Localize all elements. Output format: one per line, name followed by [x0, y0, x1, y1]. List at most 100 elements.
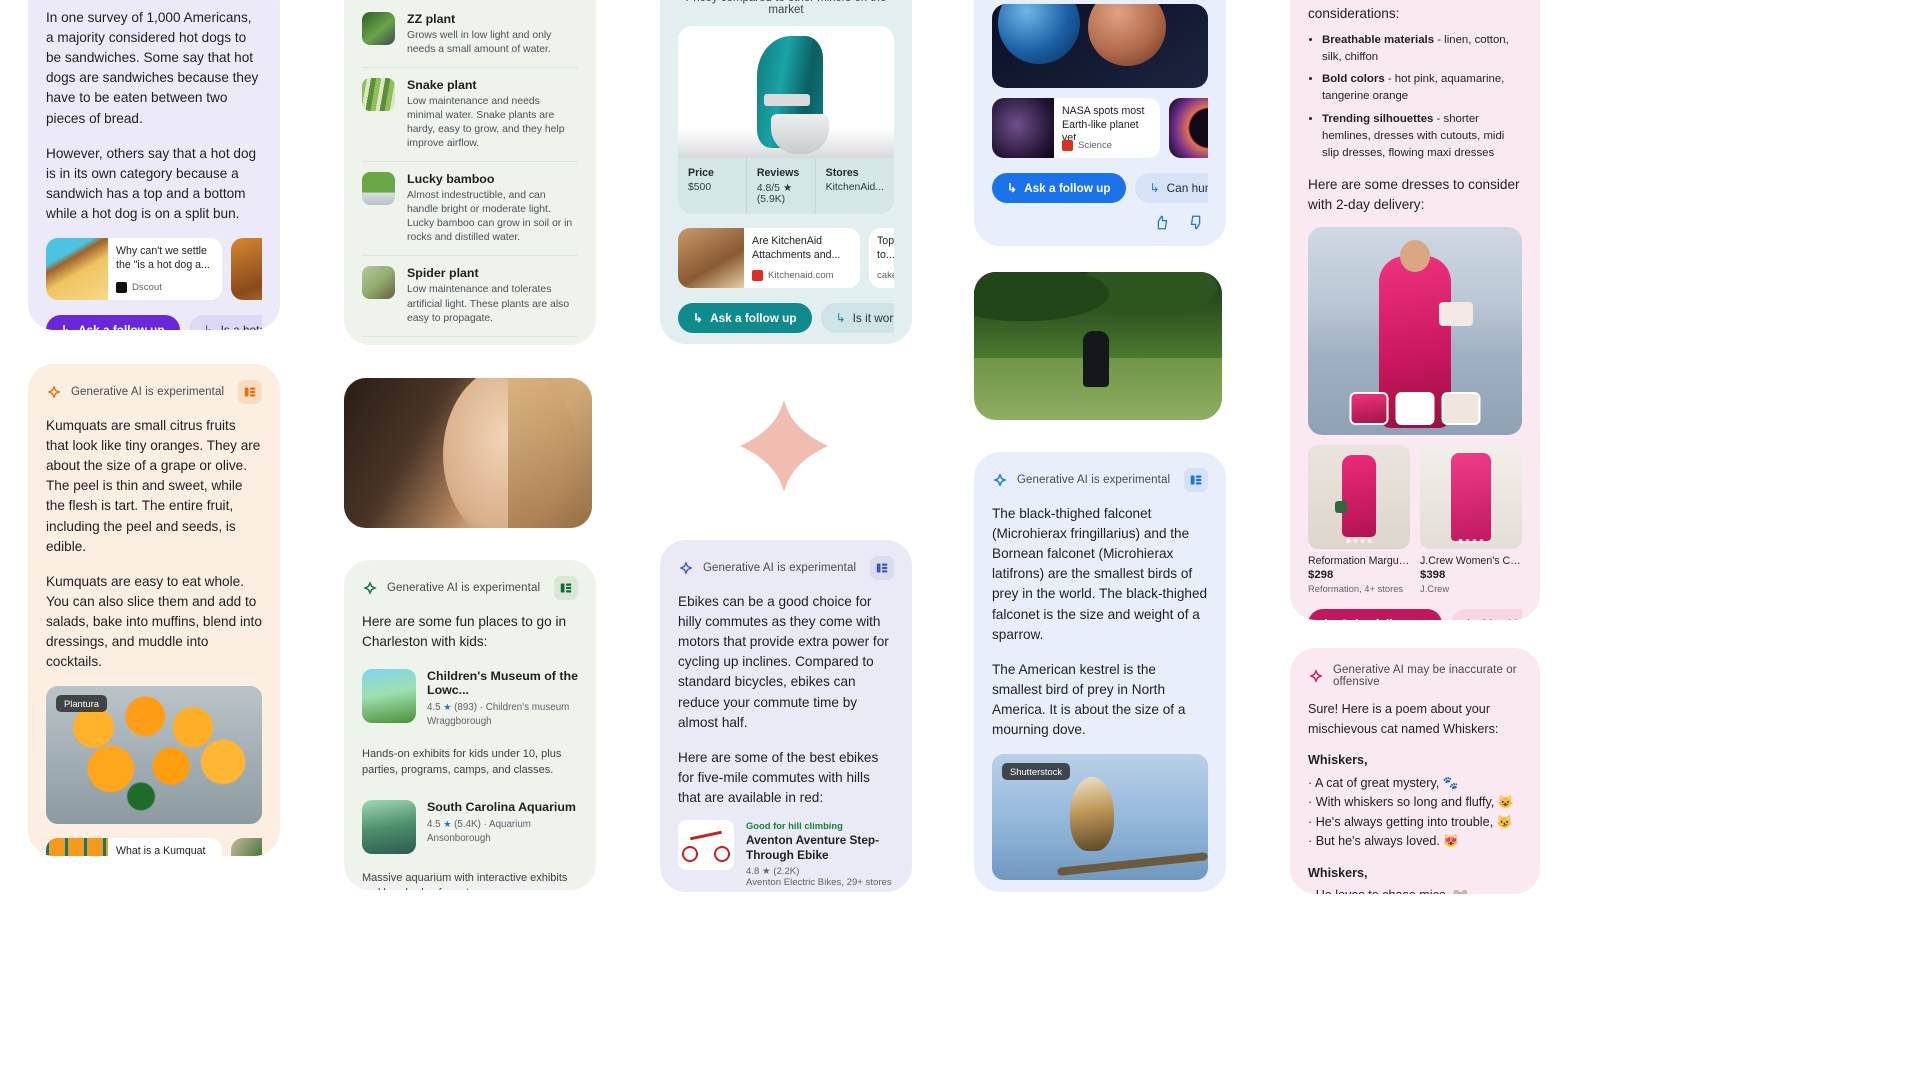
list-view-icon[interactable] — [554, 576, 578, 600]
source-card[interactable] — [231, 838, 262, 856]
suggestion-chip[interactable]: ↳ Can humans live on Kepler — [1134, 173, 1208, 203]
source-card[interactable]: NASA spots most Earth-like planet yet Sc… — [992, 98, 1160, 158]
suggestion-chip[interactable]: ↳ Is a hotdog a sandwich or a taco — [188, 315, 262, 330]
source-site: Dscout — [132, 282, 162, 294]
dress-hero-image[interactable] — [1308, 227, 1522, 436]
hero-thumbnail[interactable] — [1441, 392, 1481, 426]
suggestion-chip[interactable]: ↳ Matching accessories — [1450, 609, 1522, 620]
suggestion-chip[interactable]: ↳ Is it worth the price? — [820, 303, 894, 333]
nasa-feedback-row[interactable] — [992, 215, 1208, 230]
place-name: Children's Museum of the Lowc... — [427, 669, 578, 698]
source-attribution: cakemaker — [877, 270, 894, 281]
source-card[interactable] — [1169, 98, 1208, 158]
list-view-icon[interactable] — [238, 380, 262, 404]
bullet-bold: Trending silhouettes — [1322, 112, 1434, 125]
mixer-source-carousel[interactable]: Are KitchenAid Attachments and... Kitche… — [678, 228, 894, 288]
place-thumbnail — [362, 669, 416, 724]
chip-label: Ask a follow up — [1024, 181, 1111, 195]
place-type: Aquarium — [489, 818, 531, 830]
chip-label: Is a hotdog a sandwich or a taco — [221, 323, 262, 330]
thumb-up-icon[interactable] — [1154, 215, 1169, 230]
carousel-dot[interactable] — [1367, 539, 1372, 544]
hotdog-source-carousel[interactable]: Why can't we settle the "is a hot dog a.… — [46, 238, 262, 301]
arrow-icon: ↳ — [204, 324, 214, 330]
product-name: Reformation Marguerite S... — [1308, 555, 1410, 568]
dscout-favicon — [116, 282, 127, 294]
video-tile-woman[interactable] — [344, 378, 592, 528]
poem-ai-header: Generative AI may be inaccurate or offen… — [1308, 664, 1522, 688]
dresses-chip-row[interactable]: ↳ Ask a follow up ↳ Matching accessories — [1308, 609, 1522, 620]
carousel-dots[interactable] — [1458, 539, 1484, 544]
carousel-dot[interactable] — [1346, 539, 1351, 544]
falconet-paragraph-2: The American kestrel is the smallest bir… — [992, 661, 1186, 738]
card-hotdog: In one survey of 1,000 Americans, a majo… — [28, 0, 280, 330]
plant-row[interactable]: ZZ plant Grows well in low light and onl… — [362, 2, 578, 67]
list-view-icon[interactable] — [1184, 468, 1208, 492]
science-favicon — [1062, 140, 1073, 151]
hero-thumbnail[interactable] — [1349, 392, 1389, 426]
place-area: Wraggborough — [427, 716, 492, 728]
hotdog-chip-row[interactable]: ↳ Ask a follow up ↳ Is a hotdog a sandwi… — [46, 315, 262, 330]
poem-stanza-title: Whiskers, — [1308, 865, 1368, 880]
source-attribution: Kitchenaid.com — [752, 270, 852, 281]
plant-row[interactable]: Lucky bamboo Almost indestructible, and … — [362, 161, 578, 255]
carousel-dot[interactable] — [1465, 539, 1470, 544]
plant-description: Grows well in low light and only needs a… — [407, 30, 552, 56]
source-title: NASA spots most Earth-like planet yet — [1062, 105, 1145, 140]
sparkle-icon — [993, 473, 1007, 487]
spec-value: 4.8/5 ★ (5.9K) — [756, 183, 793, 205]
plant-name: Snake plant — [407, 78, 477, 93]
ebikes-body: Ebikes can be a good choice for hilly co… — [678, 592, 894, 808]
star-icon: ★ — [443, 818, 452, 829]
ebikes-ai-header: Generative AI is experimental — [678, 556, 894, 580]
poem-line: · A cat of great mystery, 🐾 — [1308, 775, 1459, 790]
source-card[interactable] — [231, 238, 262, 301]
ask-follow-up-button[interactable]: ↳ Ask a follow up — [46, 315, 180, 330]
nasa-source-carousel[interactable]: NASA spots most Earth-like planet yet Sc… — [992, 98, 1208, 158]
kumquat-source-carousel[interactable]: What is a Kumquat (And How Do You Eat...… — [46, 838, 262, 856]
hero-thumbnail-strip[interactable] — [1349, 392, 1481, 426]
product-row[interactable]: Good for hill climbing Aventon Aventure … — [678, 808, 894, 892]
product-image — [1308, 445, 1410, 550]
carousel-dot[interactable] — [1458, 539, 1463, 544]
product-card[interactable]: J.Crew Women's Collectio... $398 J.Crew — [1420, 445, 1522, 594]
arrow-icon: ↳ — [835, 311, 846, 325]
plant-name: ZZ plant — [407, 12, 456, 26]
source-card[interactable]: Are KitchenAid Attachments and... Kitche… — [678, 228, 860, 288]
place-area: Ansonborough — [427, 832, 491, 844]
carousel-dot[interactable] — [1353, 539, 1358, 544]
plant-row[interactable]: Snake plant Low maintenance and needs mi… — [362, 67, 578, 161]
falconet-ai-header: Generative AI is experimental — [992, 468, 1208, 492]
thumb-down-icon[interactable] — [1189, 215, 1204, 230]
carousel-dots[interactable] — [1346, 539, 1372, 544]
carousel-dot[interactable] — [1472, 539, 1477, 544]
list-view-icon[interactable] — [870, 556, 894, 580]
place-row[interactable]: Children's Museum of the Lowc... 4.5 ★ (… — [362, 658, 578, 740]
ask-follow-up-button[interactable]: ↳ Ask a follow up — [678, 303, 812, 333]
mixer-chip-row[interactable]: ↳ Ask a follow up ↳ Is it worth the pric… — [678, 303, 894, 333]
video-tile-forest[interactable] — [974, 272, 1222, 420]
source-card[interactable]: What is a Kumquat (And How Do You Eat...… — [46, 838, 222, 856]
sparkle-icon — [47, 385, 61, 399]
plant-description: Almost indestructible, and can handle br… — [407, 190, 573, 244]
charleston-caption-1: Hands-on exhibits for kids under 10, plu… — [362, 747, 562, 776]
product-card[interactable]: Reformation Marguerite S... $298 Reforma… — [1308, 445, 1410, 594]
source-card[interactable]: Why can't we settle the "is a hot dog a.… — [46, 238, 222, 301]
poem-line: · He's always getting into trouble, 😼 — [1308, 814, 1513, 829]
spec-value: KitchenAid... — [825, 182, 884, 193]
ask-follow-up-button[interactable]: ↳ Ask a follow up — [992, 173, 1126, 203]
hero-thumbnail[interactable] — [1395, 392, 1435, 426]
nasa-chip-row[interactable]: ↳ Ask a follow up ↳ Can humans live on K… — [992, 173, 1208, 203]
plant-row[interactable]: Pothos Grows aggressively without much c… — [362, 335, 578, 345]
source-title: Top 5 Kitchen Addition to... — [877, 235, 894, 261]
source-card[interactable]: Top 5 Kitchen Addition to... cakemaker — [869, 228, 894, 288]
hotdog-paragraph-1: In one survey of 1,000 Americans, a majo… — [46, 10, 259, 126]
spec-label: Stores — [825, 167, 859, 179]
sparkle-icon — [1309, 669, 1323, 683]
carousel-dot[interactable] — [1360, 539, 1365, 544]
carousel-dot[interactable] — [1479, 539, 1484, 544]
ask-follow-up-button[interactable]: ↳ Ask a follow up — [1308, 609, 1442, 620]
place-meta: 4.5 ★ (893) · Children's museum Wraggbor… — [427, 702, 570, 728]
plant-row[interactable]: Spider plant Low maintenance and tolerat… — [362, 255, 578, 335]
place-row[interactable]: South Carolina Aquarium 4.5 ★ (5.4K) · A… — [362, 789, 578, 865]
